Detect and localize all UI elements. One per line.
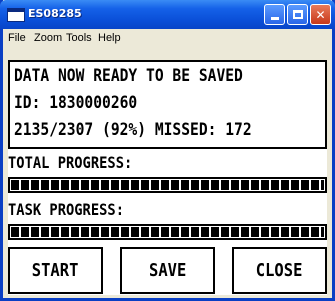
total-progress-bar xyxy=(8,177,327,193)
task-progress-fill xyxy=(11,227,324,237)
client-area: DATA NOW READY TO BE SAVED ID: 183000026… xyxy=(8,60,327,295)
start-button-label: START xyxy=(32,260,79,281)
app-window-icon xyxy=(7,8,25,22)
menu-bar: File Zoom Tools Help xyxy=(3,29,332,47)
total-progress-label: TOTAL PROGRESS: xyxy=(8,153,133,172)
menu-zoom[interactable]: Zoom xyxy=(34,32,62,44)
save-button-label: SAVE xyxy=(148,260,187,281)
close-window-button[interactable]: ✕ xyxy=(310,4,331,25)
total-progress-fill xyxy=(11,180,324,190)
task-progress-label: TASK PROGRESS: xyxy=(8,200,124,219)
title-bar[interactable]: ES08285 ✕ xyxy=(0,0,335,29)
start-button[interactable]: START xyxy=(8,247,103,294)
close-button-label: CLOSE xyxy=(256,260,303,281)
menu-file[interactable]: File xyxy=(8,32,26,44)
window-title: ES08285 xyxy=(28,7,82,20)
status-panel: DATA NOW READY TO BE SAVED ID: 183000026… xyxy=(8,60,327,149)
close-icon: ✕ xyxy=(315,7,326,22)
task-progress-bar xyxy=(8,224,327,240)
record-id: ID: 1830000260 xyxy=(14,93,138,113)
menu-tools[interactable]: Tools xyxy=(66,32,92,44)
app-window: ES08285 ✕ File Zoom Tools Help DATA NOW … xyxy=(0,0,335,301)
save-button[interactable]: SAVE xyxy=(120,247,215,294)
minimize-icon xyxy=(270,17,279,20)
menu-help[interactable]: Help xyxy=(98,32,121,44)
maximize-icon xyxy=(292,10,303,19)
minimize-button[interactable] xyxy=(264,4,285,25)
maximize-button[interactable] xyxy=(287,4,308,25)
close-button[interactable]: CLOSE xyxy=(232,247,327,294)
status-message: DATA NOW READY TO BE SAVED xyxy=(14,66,243,86)
record-count: 2135/2307 (92%) MISSED: 172 xyxy=(14,120,252,140)
